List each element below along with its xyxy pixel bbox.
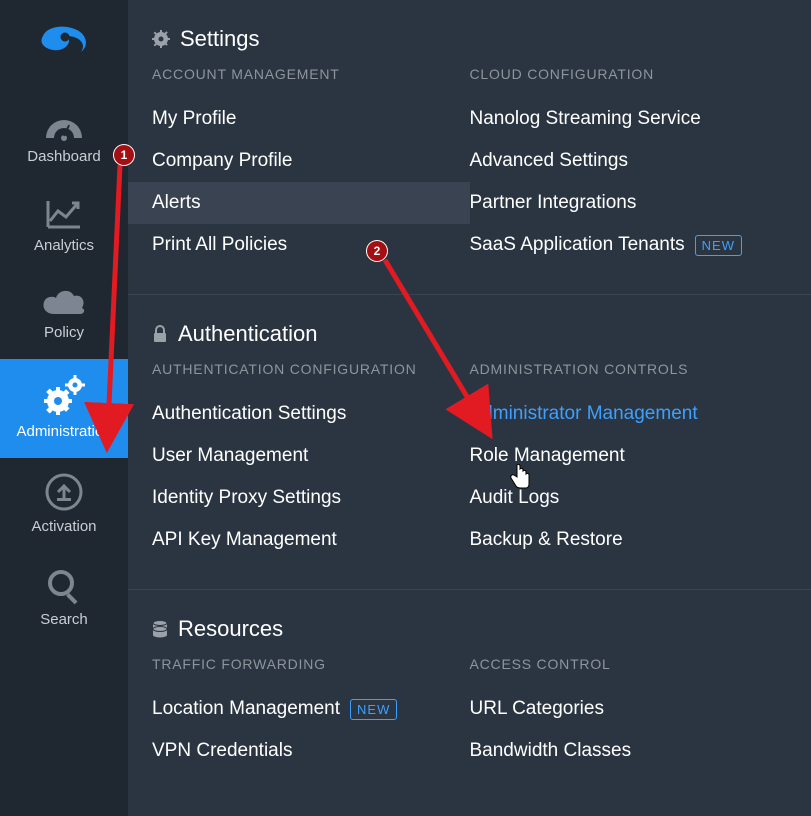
link-url-categories[interactable]: URL Categories: [470, 688, 788, 730]
sidebar: Dashboard Analytics Policy: [0, 0, 128, 816]
link-api-key[interactable]: API Key Management: [152, 519, 470, 561]
section-header-authentication: Authentication: [152, 321, 787, 347]
section-title: Authentication: [178, 321, 317, 347]
link-authentication-settings[interactable]: Authentication Settings: [152, 393, 470, 435]
auth-left-col: AUTHENTICATION CONFIGURATION Authenticat…: [152, 361, 470, 561]
section-header-settings: Settings: [152, 26, 787, 52]
settings-right-col: CLOUD CONFIGURATION Nanolog Streaming Se…: [470, 66, 788, 266]
col-title-auth-config: AUTHENTICATION CONFIGURATION: [152, 361, 470, 377]
section-settings: Settings ACCOUNT MANAGEMENT My Profile C…: [128, 0, 811, 295]
col-title-access-control: ACCESS CONTROL: [470, 656, 788, 672]
nav-label: Administration: [16, 423, 111, 440]
nav-item-dashboard[interactable]: Dashboard: [0, 98, 128, 183]
nav-label: Dashboard: [27, 148, 100, 165]
gears-icon: [40, 373, 88, 417]
new-badge: NEW: [350, 699, 397, 720]
link-administrator-management[interactable]: Administrator Management: [470, 393, 788, 435]
nav-item-administration[interactable]: Administration: [0, 359, 128, 458]
resources-right-col: ACCESS CONTROL URL Categories Bandwidth …: [470, 656, 788, 772]
analytics-icon: [44, 197, 84, 231]
link-bandwidth-classes[interactable]: Bandwidth Classes: [470, 730, 788, 772]
link-user-management[interactable]: User Management: [152, 435, 470, 477]
nav-label: Policy: [44, 324, 84, 341]
nav-item-policy[interactable]: Policy: [0, 272, 128, 359]
brand-logo: [34, 18, 94, 66]
section-title: Resources: [178, 616, 283, 642]
link-alerts[interactable]: Alerts: [128, 182, 470, 224]
new-badge: NEW: [695, 235, 742, 256]
gear-icon: [152, 30, 170, 48]
settings-left-col: ACCOUNT MANAGEMENT My Profile Company Pr…: [152, 66, 470, 266]
col-title-admin-controls: ADMINISTRATION CONTROLS: [470, 361, 788, 377]
col-title-cloud-config: CLOUD CONFIGURATION: [470, 66, 788, 82]
auth-right-col: ADMINISTRATION CONTROLS Administrator Ma…: [470, 361, 788, 561]
link-backup-restore[interactable]: Backup & Restore: [470, 519, 788, 561]
link-nanolog-streaming[interactable]: Nanolog Streaming Service: [470, 98, 788, 140]
content-panel: Settings ACCOUNT MANAGEMENT My Profile C…: [128, 0, 811, 816]
cloud-icon: [40, 286, 88, 318]
zscaler-logo-icon: [37, 22, 91, 62]
activation-icon: [44, 472, 84, 512]
col-title-account: ACCOUNT MANAGEMENT: [152, 66, 470, 82]
lock-icon: [152, 325, 168, 343]
section-resources: Resources TRAFFIC FORWARDING Location Ma…: [128, 590, 811, 800]
gauge-icon: [42, 112, 86, 142]
link-advanced-settings[interactable]: Advanced Settings: [470, 140, 788, 182]
nav-label: Activation: [31, 518, 96, 535]
nav-label: Analytics: [34, 237, 94, 254]
link-identity-proxy[interactable]: Identity Proxy Settings: [152, 477, 470, 519]
resources-left-col: TRAFFIC FORWARDING Location Management N…: [152, 656, 470, 772]
section-authentication: Authentication AUTHENTICATION CONFIGURAT…: [128, 295, 811, 590]
col-title-traffic-forwarding: TRAFFIC FORWARDING: [152, 656, 470, 672]
link-company-profile[interactable]: Company Profile: [152, 140, 470, 182]
link-vpn-credentials[interactable]: VPN Credentials: [152, 730, 470, 772]
link-audit-logs[interactable]: Audit Logs: [470, 477, 788, 519]
link-print-all-policies[interactable]: Print All Policies: [152, 224, 470, 266]
nav-item-activation[interactable]: Activation: [0, 458, 128, 553]
link-saas-tenants[interactable]: SaaS Application Tenants NEW: [470, 224, 788, 266]
link-my-profile[interactable]: My Profile: [152, 98, 470, 140]
link-location-management[interactable]: Location Management NEW: [152, 688, 470, 730]
link-role-management[interactable]: Role Management: [470, 435, 788, 477]
section-title: Settings: [180, 26, 260, 52]
search-icon: [45, 567, 83, 605]
nav-item-search[interactable]: Search: [0, 553, 128, 646]
section-header-resources: Resources: [152, 616, 787, 642]
database-icon: [152, 620, 168, 638]
nav-label: Search: [40, 611, 88, 628]
link-partner-integrations[interactable]: Partner Integrations: [470, 182, 788, 224]
nav-item-analytics[interactable]: Analytics: [0, 183, 128, 272]
